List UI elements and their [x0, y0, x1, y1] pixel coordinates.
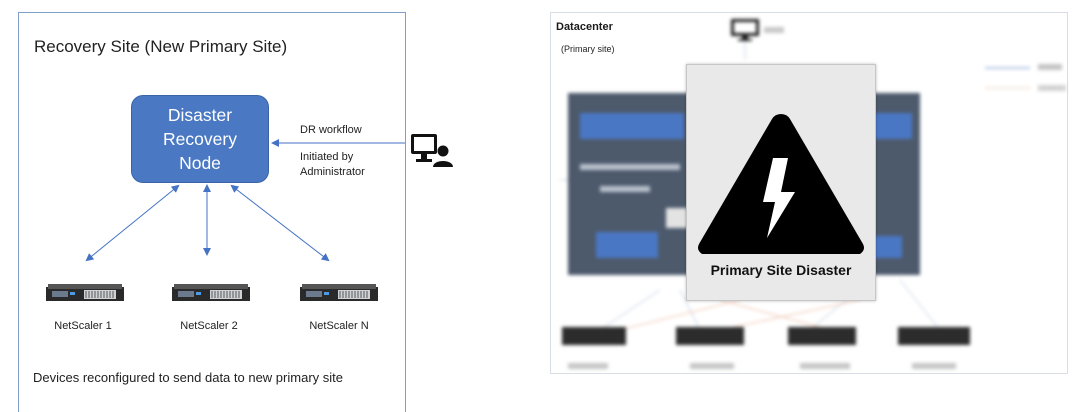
blurred-right-lower-button: [872, 236, 902, 258]
blurred-small-box: [666, 208, 688, 228]
blurred-right-button: [874, 113, 912, 139]
blurred-legend-1: [1038, 64, 1062, 70]
blurred-server-label-2: [690, 363, 734, 369]
blurred-text-bar-2: [600, 186, 650, 192]
blurred-legend-2: [1038, 85, 1066, 91]
blurred-server-2: [676, 327, 744, 345]
lightning-warning-icon: [698, 114, 864, 254]
disaster-label: Primary Site Disaster: [710, 262, 852, 278]
blurred-left-button: [580, 113, 684, 139]
blurred-server-3: [788, 327, 856, 345]
monitor-icon: [731, 19, 759, 41]
blurred-server-label-3: [800, 363, 850, 369]
blurred-left-lower-button: [596, 232, 658, 258]
blurred-text-bar-1: [580, 164, 680, 170]
blurred-server-label-4: [912, 363, 956, 369]
blurred-monitor-label: [764, 27, 784, 33]
blurred-server-label-1: [568, 363, 608, 369]
blurred-datacenter-diagram: [0, 0, 1074, 412]
blurred-server-1: [562, 327, 626, 345]
blurred-server-4: [898, 327, 970, 345]
